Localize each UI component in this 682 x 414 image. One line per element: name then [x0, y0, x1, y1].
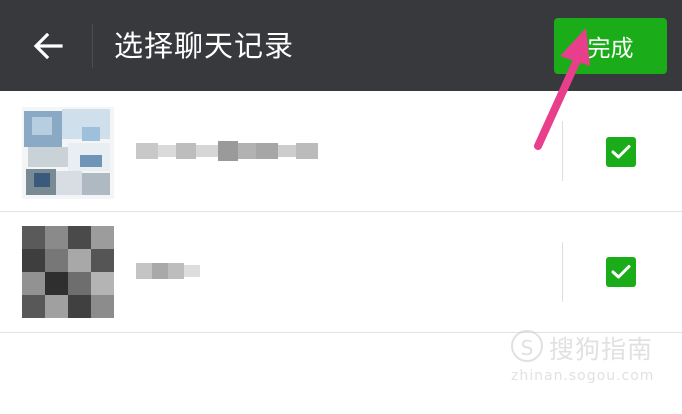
chat-row[interactable] — [0, 91, 682, 211]
checkmark-icon — [611, 265, 631, 279]
avatar — [22, 226, 114, 318]
watermark-text: 搜狗指南 — [549, 335, 654, 364]
checkmark-icon — [611, 145, 631, 159]
header-divider — [92, 24, 93, 68]
chat-name — [136, 139, 326, 163]
row-divider — [562, 121, 563, 181]
select-checkbox[interactable] — [606, 137, 636, 167]
watermark-url: zhinan.sogou.com — [511, 368, 655, 384]
arrow-left-icon — [33, 33, 63, 59]
avatar — [22, 107, 114, 199]
select-checkbox[interactable] — [606, 257, 636, 287]
watermark: S 搜狗指南 zhinan.sogou.com — [505, 328, 675, 392]
top-bar: 选择聊天记录 完成 — [0, 0, 682, 91]
sogou-logo-icon: S — [511, 330, 543, 362]
row-separator — [0, 332, 682, 333]
done-button[interactable]: 完成 — [554, 18, 667, 74]
chat-row[interactable] — [0, 212, 682, 333]
back-button[interactable] — [28, 26, 68, 66]
page-title: 选择聊天记录 — [114, 29, 295, 63]
row-divider — [562, 242, 563, 302]
chat-name — [136, 259, 206, 283]
